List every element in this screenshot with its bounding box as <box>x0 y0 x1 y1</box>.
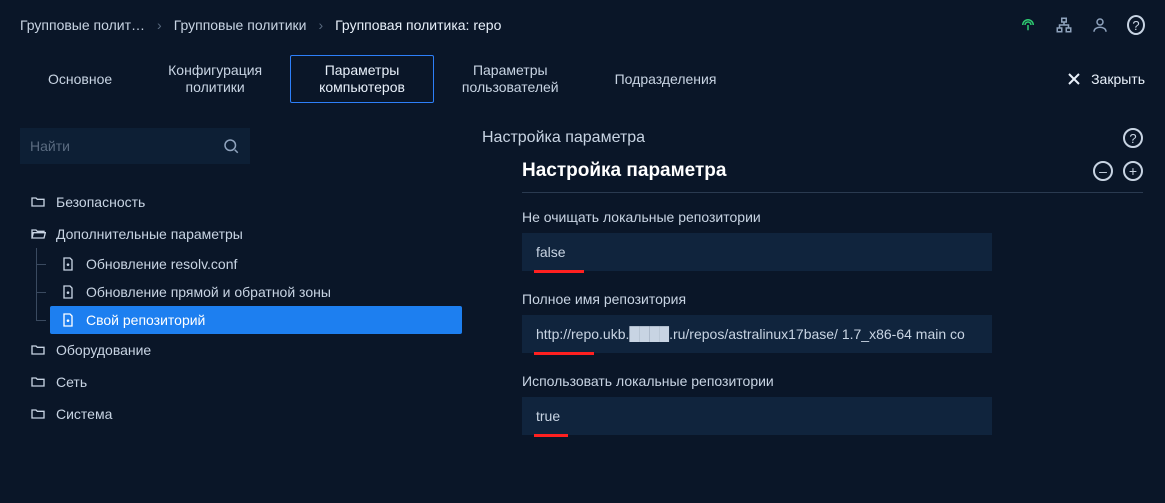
tree-label: Оборудование <box>56 342 151 358</box>
tab-units[interactable]: Подразделения <box>587 55 745 103</box>
tree-label: Безопасность <box>56 194 145 210</box>
breadcrumb-item[interactable]: Групповые полит… <box>20 17 145 33</box>
add-button[interactable]: + <box>1123 161 1143 181</box>
card-title: Настройка параметра <box>522 160 726 182</box>
tree-label: Свой репозиторий <box>86 312 205 328</box>
tab-main[interactable]: Основное <box>20 55 140 103</box>
tree-item-network[interactable]: Сеть <box>20 366 462 398</box>
tree-item-security[interactable]: Безопасность <box>20 186 462 218</box>
breadcrumb: Групповые полит… › Групповые политики › … <box>20 17 501 33</box>
field-repo-name[interactable] <box>522 315 992 353</box>
search-box[interactable] <box>20 128 250 164</box>
breadcrumb-item: Групповая политика: repo <box>335 17 501 33</box>
tree-item-zone[interactable]: Обновление прямой и обратной зоны <box>50 278 462 306</box>
chevron-right-icon: › <box>157 17 162 33</box>
validation-marker <box>534 352 594 355</box>
validation-marker <box>534 270 584 273</box>
tab-config[interactable]: Конфигурация политики <box>140 55 290 103</box>
search-input[interactable] <box>30 138 222 154</box>
field-label: Использовать локальные репозитории <box>522 373 1143 389</box>
tree-item-system[interactable]: Система <box>20 398 462 430</box>
breadcrumb-item[interactable]: Групповые политики <box>174 17 307 33</box>
tab-computer-params[interactable]: Параметры компьютеров <box>290 55 434 103</box>
divider <box>522 192 1143 193</box>
tree-item-extra[interactable]: Дополнительные параметры <box>20 218 462 250</box>
close-label: Закрыть <box>1091 71 1145 87</box>
field-use-local-repos[interactable] <box>522 397 992 435</box>
folder-icon <box>30 342 46 358</box>
field-label: Не очищать локальные репозитории <box>522 209 1143 225</box>
validation-marker <box>534 434 568 437</box>
chevron-right-icon: › <box>318 17 323 33</box>
signal-icon[interactable] <box>1019 16 1037 34</box>
tree-item-hardware[interactable]: Оборудование <box>20 334 462 366</box>
help-icon[interactable]: ? <box>1127 16 1145 34</box>
tree-item-ownrepo[interactable]: Свой репозиторий <box>50 306 462 334</box>
folder-icon <box>30 406 46 422</box>
tree-label: Дополнительные параметры <box>56 226 243 242</box>
folder-icon <box>30 194 46 210</box>
tree-label: Система <box>56 406 112 422</box>
field-label: Полное имя репозитория <box>522 291 1143 307</box>
network-icon[interactable] <box>1055 16 1073 34</box>
panel-title: Настройка параметра <box>482 129 645 147</box>
help-icon[interactable]: ? <box>1123 128 1143 148</box>
remove-button[interactable]: – <box>1093 161 1113 181</box>
search-icon <box>222 137 240 155</box>
folder-open-icon <box>30 226 46 242</box>
field-no-clear-repos[interactable] <box>522 233 992 271</box>
tree-label: Обновление прямой и обратной зоны <box>86 284 331 300</box>
file-icon <box>60 256 76 272</box>
close-icon <box>1067 72 1081 86</box>
tree-item-resolv[interactable]: Обновление resolv.conf <box>50 250 462 278</box>
file-icon <box>60 284 76 300</box>
file-icon <box>60 312 76 328</box>
tree-label: Обновление resolv.conf <box>86 256 237 272</box>
tree-label: Сеть <box>56 374 87 390</box>
close-button[interactable]: Закрыть <box>1067 71 1145 87</box>
folder-icon <box>30 374 46 390</box>
user-icon[interactable] <box>1091 16 1109 34</box>
tab-user-params[interactable]: Параметры пользователей <box>434 55 587 103</box>
